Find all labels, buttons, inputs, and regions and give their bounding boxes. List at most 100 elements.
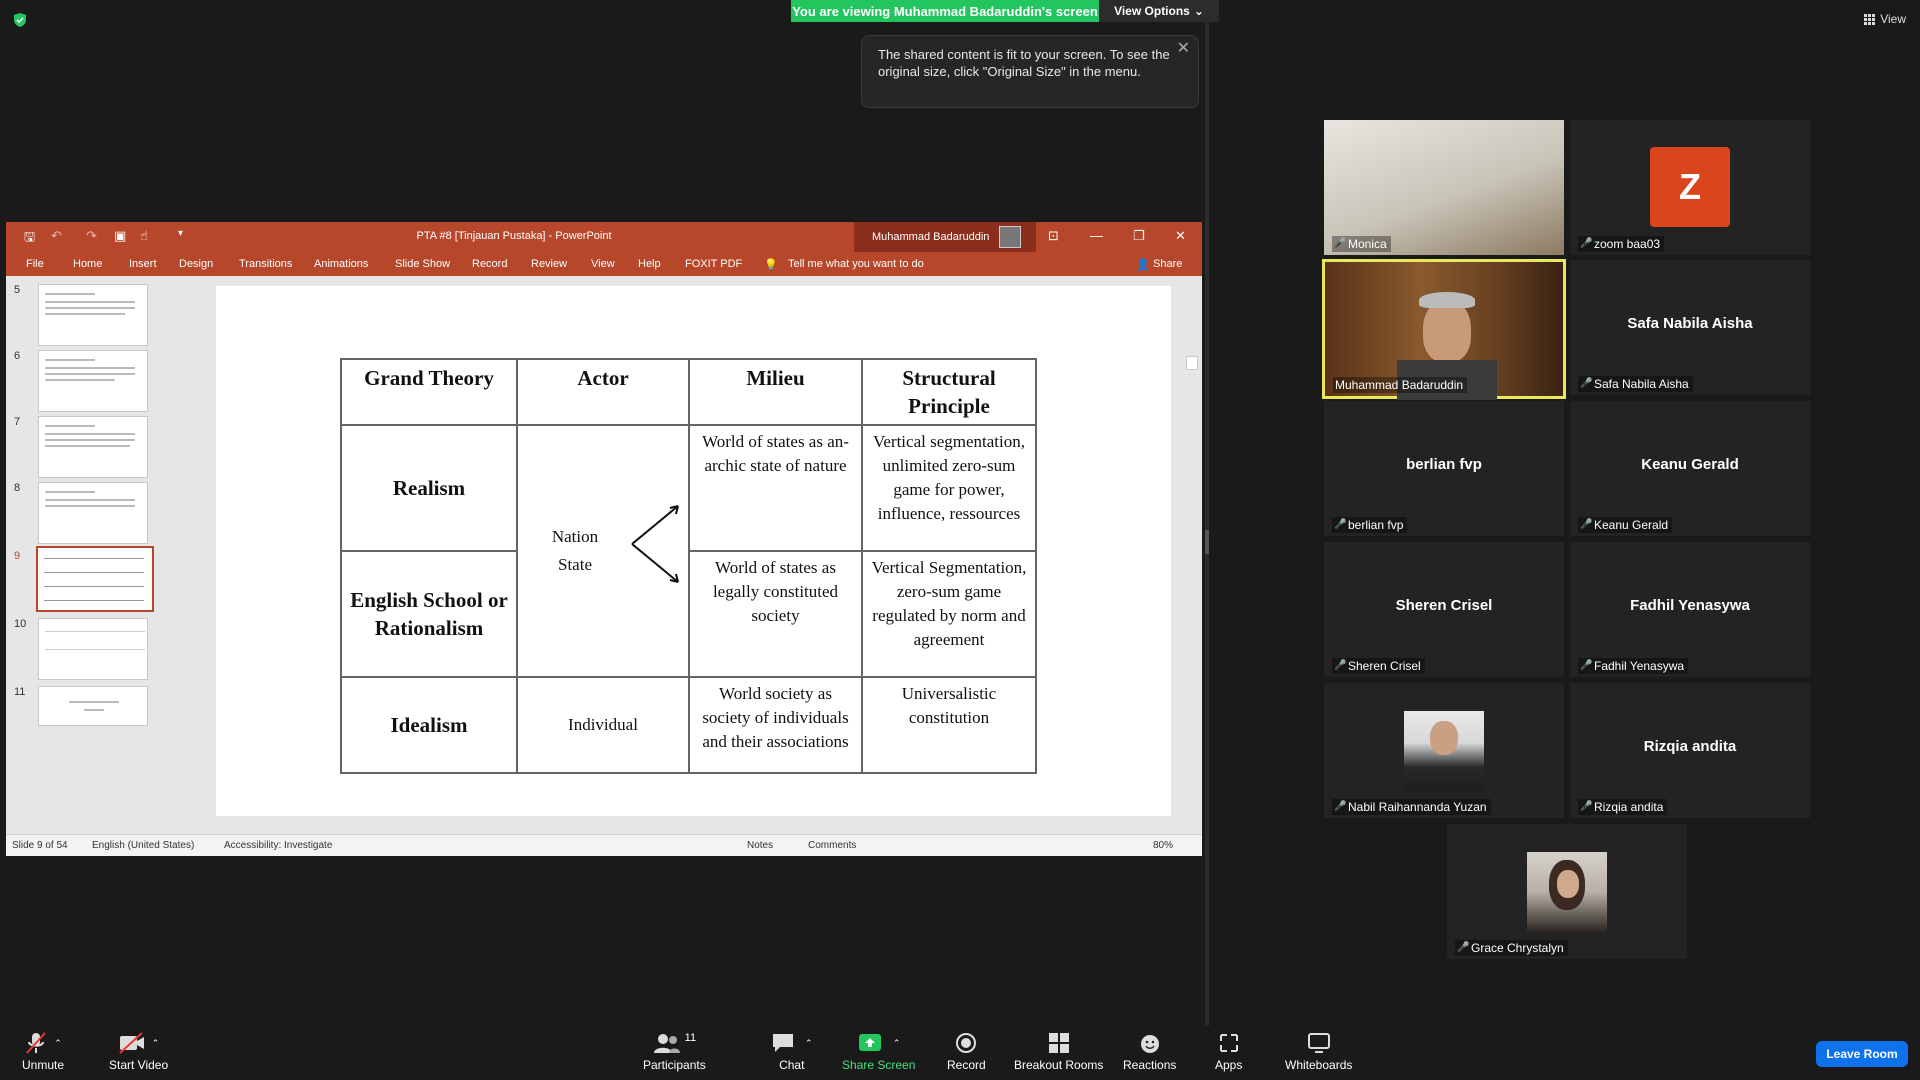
thumb-number: 9 [14, 550, 21, 562]
avatar: Z [1650, 147, 1730, 227]
divider-grip[interactable] [1205, 530, 1209, 554]
cell-realism: Realism [340, 424, 518, 552]
tab-record[interactable]: Record [472, 258, 507, 270]
start-video-label: Start Video [109, 1058, 169, 1072]
tab-file[interactable]: File [26, 258, 44, 270]
chevron-up-icon[interactable]: ⌃ [152, 1038, 160, 1049]
participants-button[interactable]: 11 Participants [643, 1032, 706, 1072]
participant-name: Fadhil Yenasywa [1594, 659, 1685, 673]
unmute-button[interactable]: ⌃ Unmute [22, 1032, 64, 1072]
close-icon[interactable]: ✕ [1177, 40, 1190, 57]
muted-mic-icon: 🎤 [1334, 519, 1347, 530]
ribbon-display-icon[interactable]: ⊡ [1048, 228, 1059, 244]
slide-thumbnail[interactable] [38, 350, 148, 412]
tab-transitions[interactable]: Transitions [239, 258, 292, 270]
participant-tile[interactable]: Safa Nabila Aisha 🎤 Safa Nabila Aisha [1570, 260, 1810, 395]
tab-help[interactable]: Help [638, 258, 661, 270]
participant-tile[interactable]: Z 🎤 zoom baa03 [1570, 120, 1810, 255]
apps-button[interactable]: Apps [1215, 1032, 1242, 1072]
minimize-icon[interactable]: — [1090, 228, 1103, 243]
thumb-number: 10 [14, 618, 27, 630]
participant-tile[interactable]: 🎤 Grace Chrystalyn [1447, 824, 1687, 959]
accessibility-status[interactable]: Accessibility: Investigate [224, 840, 332, 851]
slide-thumbnail[interactable] [38, 618, 148, 680]
cell-nation-state: Nation State [516, 424, 690, 678]
record-button[interactable]: Record [947, 1032, 986, 1072]
reactions-button[interactable]: Reactions [1123, 1032, 1176, 1072]
tab-slide-show[interactable]: Slide Show [395, 258, 450, 270]
participant-tile[interactable]: berlian fvp 🎤 berlian fvp [1324, 401, 1564, 536]
ppt-account[interactable]: Muhammad Badaruddin [854, 222, 1036, 252]
participant-tile[interactable]: 🎤 Monica [1324, 120, 1564, 255]
slide-thumbnail[interactable] [38, 686, 148, 726]
tab-home[interactable]: Home [73, 258, 102, 270]
lightbulb-icon: 💡 [764, 259, 778, 271]
participant-tile[interactable]: Keanu Gerald 🎤 Keanu Gerald [1570, 401, 1810, 536]
viewing-screen-banner: You are viewing Muhammad Badaruddin's sc… [791, 0, 1099, 22]
slide-canvas[interactable]: Grand Theory Actor Milieu Structural Pri… [216, 286, 1171, 816]
participant-display-name: Safa Nabila Aisha [1627, 315, 1753, 332]
breakout-rooms-button[interactable]: Breakout Rooms [1014, 1032, 1103, 1072]
share-button[interactable]: Share [1153, 258, 1182, 270]
photo-face [1557, 870, 1579, 898]
tab-insert[interactable]: Insert [129, 258, 157, 270]
chevron-up-icon[interactable]: ⌃ [54, 1038, 62, 1049]
cell-milieu-english: World of states as legally constituted s… [688, 550, 863, 678]
participant-display-name: berlian fvp [1406, 456, 1482, 473]
leave-room-button[interactable]: Leave Room [1816, 1041, 1908, 1067]
slide-scrollbar[interactable] [1182, 276, 1202, 828]
thumb-number: 6 [14, 350, 21, 362]
restore-icon[interactable]: ❐ [1133, 228, 1145, 244]
slide-counter: Slide 9 of 54 [12, 840, 68, 851]
participant-tile[interactable]: 🎤 Nabil Raihannanda Yuzan [1324, 683, 1564, 818]
tab-view[interactable]: View [591, 258, 615, 270]
table-header-row: Grand Theory Actor Milieu Structural Pri… [340, 358, 1037, 426]
tab-design[interactable]: Design [179, 258, 213, 270]
chevron-down-icon: ⌄ [1193, 4, 1204, 18]
chevron-up-icon[interactable]: ⌃ [805, 1038, 813, 1049]
participant-tile[interactable]: Sheren Crisel 🎤 Sheren Crisel [1324, 542, 1564, 677]
chevron-up-icon[interactable]: ⌃ [893, 1038, 901, 1049]
close-window-icon[interactable]: ✕ [1175, 228, 1186, 244]
thumbnail-scrollbar[interactable] [174, 276, 186, 828]
scrollbar-thumb[interactable] [1186, 356, 1198, 370]
participant-name: Nabil Raihannanda Yuzan [1348, 800, 1487, 814]
tab-review[interactable]: Review [531, 258, 567, 270]
notes-button[interactable]: Notes [747, 840, 773, 851]
whiteboard-icon [1307, 1033, 1330, 1053]
panel-divider[interactable] [1205, 22, 1209, 1026]
speaker-cap [1419, 292, 1475, 308]
participant-tile-active-speaker[interactable]: Muhammad Badaruddin [1322, 259, 1566, 400]
header-actor: Actor [516, 358, 690, 426]
share-screen-icon [858, 1034, 881, 1051]
chat-label: Chat [779, 1058, 805, 1072]
slide-thumbnail[interactable] [38, 284, 148, 346]
user-avatar [999, 226, 1022, 248]
view-button[interactable]: View [1864, 12, 1906, 26]
view-options-button[interactable]: View Options ⌄ [1099, 0, 1219, 22]
participant-name: zoom baa03 [1594, 237, 1661, 251]
tell-me-search[interactable]: Tell me what you want to do [788, 258, 924, 270]
chat-button[interactable]: ⌃ Chat [771, 1032, 813, 1072]
record-icon [956, 1033, 977, 1053]
start-video-button[interactable]: ⌃ Start Video [109, 1032, 168, 1072]
tab-animations[interactable]: Animations [314, 258, 368, 270]
participant-tile[interactable]: Fadhil Yenasywa 🎤 Fadhil Yenasywa [1570, 542, 1810, 677]
participant-tile[interactable]: Rizqia andita 🎤 Rizqia andita [1570, 683, 1810, 818]
slide-thumbnail[interactable] [38, 416, 148, 478]
photo-face [1430, 721, 1458, 755]
slide-thumbnail-selected[interactable] [36, 546, 154, 612]
thumb-number: 11 [14, 686, 26, 698]
participant-display-name: Keanu Gerald [1641, 456, 1739, 473]
comments-button[interactable]: Comments [808, 840, 856, 851]
slide-thumbnail[interactable] [38, 482, 148, 544]
participants-label: Participants [643, 1058, 706, 1072]
zoom-level[interactable]: 80% [1153, 840, 1173, 851]
language-indicator[interactable]: English (United States) [92, 840, 194, 851]
tab-foxit-pdf[interactable]: FOXIT PDF [685, 258, 742, 270]
share-screen-button[interactable]: ⌃ Share Screen [842, 1032, 915, 1072]
share-screen-label: Share Screen [842, 1058, 916, 1072]
security-shield-icon[interactable] [12, 12, 28, 28]
muted-mic-icon: 🎤 [1580, 519, 1593, 530]
whiteboards-button[interactable]: Whiteboards [1285, 1032, 1352, 1072]
